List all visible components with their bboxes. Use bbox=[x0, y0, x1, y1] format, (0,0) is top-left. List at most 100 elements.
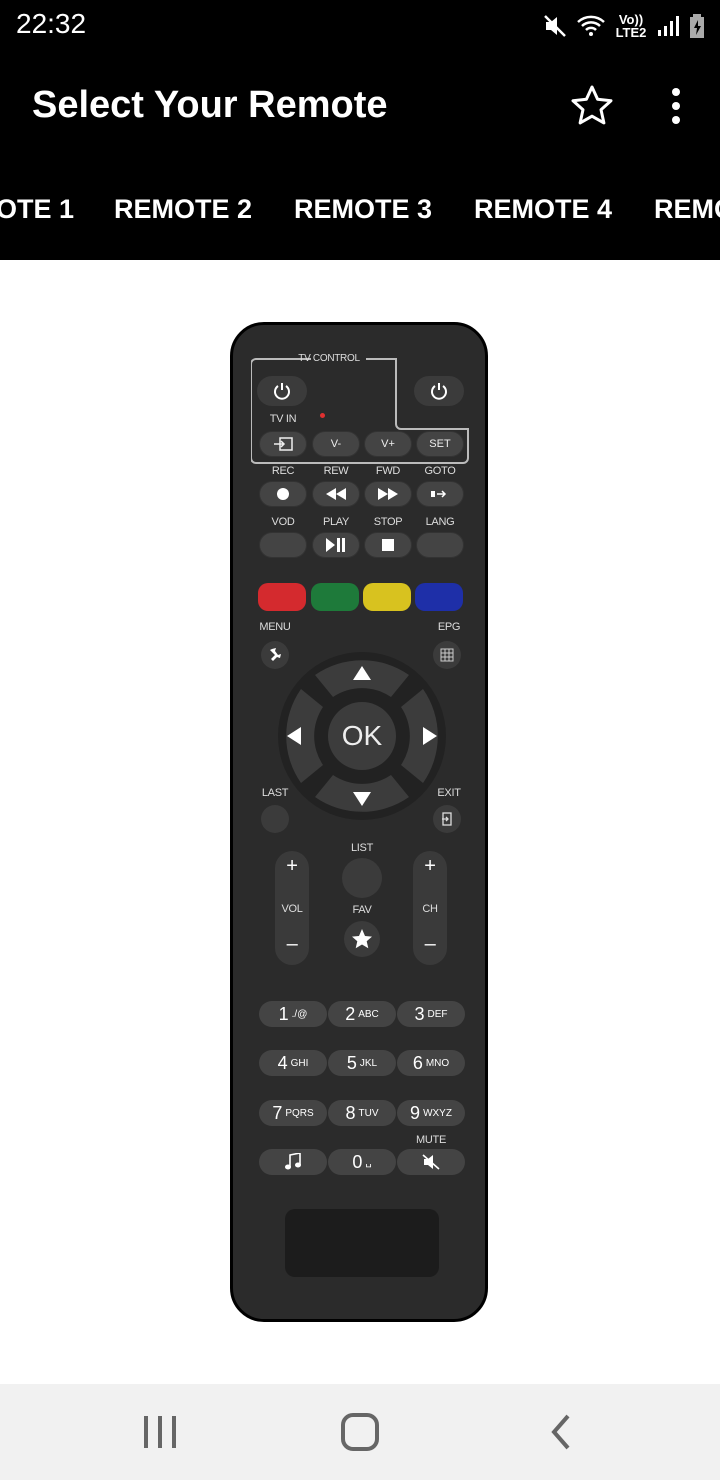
system-nav-bar bbox=[0, 1384, 720, 1480]
epg-label: EPG bbox=[437, 621, 461, 633]
mute-icon bbox=[422, 1154, 440, 1170]
key-5[interactable]: 5 JKL bbox=[328, 1050, 396, 1076]
ok-button[interactable]: OK bbox=[328, 702, 396, 770]
key-1-digit: 1 bbox=[278, 1003, 289, 1024]
key-4[interactable]: 4 GHI bbox=[259, 1050, 327, 1076]
key-9-letters: WXYZ bbox=[423, 1107, 452, 1119]
last-label: LAST bbox=[261, 787, 289, 799]
volume-up-button[interactable]: + bbox=[275, 855, 309, 878]
record-icon bbox=[277, 488, 289, 500]
key-0[interactable]: 0 ␣ bbox=[328, 1149, 396, 1175]
goto-label: GOTO bbox=[424, 465, 456, 477]
stop-button[interactable] bbox=[364, 532, 412, 558]
tv-volume-down-button[interactable]: V- bbox=[312, 431, 360, 457]
menu-label: MENU bbox=[259, 621, 291, 633]
key-6-digit: 6 bbox=[412, 1052, 423, 1073]
tv-in-label: TV IN bbox=[269, 413, 297, 425]
key-7[interactable]: 7 PQRS bbox=[259, 1100, 327, 1126]
channel-up-button[interactable]: + bbox=[413, 855, 447, 878]
rec-label: REC bbox=[271, 465, 295, 477]
list-label: LIST bbox=[350, 842, 374, 854]
tv-power-button[interactable] bbox=[257, 376, 307, 406]
status-icons: Vo)) LTE2 bbox=[542, 10, 706, 42]
key-0-digit: 0 bbox=[352, 1151, 363, 1172]
key-3-digit: 3 bbox=[414, 1003, 425, 1024]
blue-key-button[interactable] bbox=[415, 583, 463, 611]
stop-label: STOP bbox=[373, 516, 403, 528]
tab-remote-4[interactable]: REMOTE 4 bbox=[474, 194, 612, 225]
rewind-button[interactable] bbox=[312, 481, 360, 507]
lang-button[interactable] bbox=[416, 532, 464, 558]
wifi-icon bbox=[577, 15, 605, 36]
key-8-digit: 8 bbox=[345, 1102, 356, 1123]
remote-tabs: OTE 1 REMOTE 2 REMOTE 3 REMOTE 4 REMO bbox=[0, 160, 720, 260]
key-5-digit: 5 bbox=[346, 1052, 357, 1073]
rew-label: REW bbox=[323, 465, 349, 477]
goto-button[interactable] bbox=[416, 481, 464, 507]
tab-remote-5[interactable]: REMO bbox=[654, 194, 720, 225]
volume-down-button[interactable]: – bbox=[275, 933, 309, 956]
ch-label: CH bbox=[422, 903, 438, 915]
key-0-letters: ␣ bbox=[365, 1156, 372, 1168]
home-icon[interactable] bbox=[340, 1412, 380, 1452]
channel-down-button[interactable]: – bbox=[413, 933, 447, 956]
fav-button[interactable] bbox=[344, 921, 380, 957]
more-vert-icon bbox=[672, 88, 680, 124]
exit-button[interactable] bbox=[433, 805, 461, 833]
recent-apps-icon[interactable] bbox=[140, 1414, 180, 1450]
tv-input-button[interactable] bbox=[259, 431, 307, 457]
key-7-digit: 7 bbox=[272, 1102, 283, 1123]
music-button[interactable] bbox=[259, 1149, 327, 1175]
back-icon[interactable] bbox=[546, 1412, 578, 1452]
page-title: Select Your Remote bbox=[32, 84, 388, 126]
key-6[interactable]: 6 MNO bbox=[397, 1050, 465, 1076]
fav-label: FAV bbox=[352, 904, 372, 916]
power-icon bbox=[431, 383, 447, 400]
vol-label: VOL bbox=[281, 903, 303, 915]
input-source-icon bbox=[274, 437, 293, 451]
red-key-button[interactable] bbox=[258, 583, 306, 611]
key-3-letters: DEF bbox=[427, 1008, 448, 1020]
exit-label: EXIT bbox=[437, 787, 461, 799]
signal-icon bbox=[658, 16, 679, 36]
rewind-icon bbox=[326, 488, 346, 500]
key-4-letters: GHI bbox=[290, 1057, 309, 1069]
app-bar: Select Your Remote bbox=[0, 52, 720, 160]
key-2-letters: ABC bbox=[358, 1008, 379, 1020]
tab-remote-1[interactable]: OTE 1 bbox=[0, 194, 74, 225]
remote-control-image: TV CONTROL TV IN V- V+ SET REC REW FWD G… bbox=[230, 322, 488, 1322]
vod-button[interactable] bbox=[259, 532, 307, 558]
key-3[interactable]: 3 DEF bbox=[397, 1001, 465, 1027]
tab-remote-2[interactable]: REMOTE 2 bbox=[114, 194, 252, 225]
key-5-letters: JKL bbox=[359, 1057, 378, 1069]
more-options-button[interactable] bbox=[656, 82, 696, 130]
vod-label: VOD bbox=[271, 516, 295, 528]
tv-control-label: TV CONTROL bbox=[298, 353, 360, 364]
mute-button[interactable] bbox=[397, 1149, 465, 1175]
stb-power-button[interactable] bbox=[414, 376, 464, 406]
fast-forward-button[interactable] bbox=[364, 481, 412, 507]
play-pause-button[interactable] bbox=[312, 532, 360, 558]
key-1[interactable]: 1 ./@ bbox=[259, 1001, 327, 1027]
stop-icon bbox=[382, 539, 394, 551]
power-icon bbox=[274, 383, 290, 400]
volte-indicator: Vo)) LTE2 bbox=[615, 12, 647, 40]
key-4-digit: 4 bbox=[277, 1052, 288, 1073]
key-8[interactable]: 8 TUV bbox=[328, 1100, 396, 1126]
tab-remote-3[interactable]: REMOTE 3 bbox=[294, 194, 432, 225]
set-button[interactable]: SET bbox=[416, 431, 464, 457]
record-button[interactable] bbox=[259, 481, 307, 507]
key-2[interactable]: 2 ABC bbox=[328, 1001, 396, 1027]
key-9[interactable]: 9 WXYZ bbox=[397, 1100, 465, 1126]
ir-window bbox=[285, 1209, 439, 1277]
mute-label: MUTE bbox=[416, 1134, 446, 1146]
green-key-button[interactable] bbox=[311, 583, 359, 611]
music-note-icon bbox=[285, 1153, 301, 1170]
list-button[interactable] bbox=[342, 858, 382, 898]
tv-volume-up-button[interactable]: V+ bbox=[364, 431, 412, 457]
yellow-key-button[interactable] bbox=[363, 583, 411, 611]
key-1-letters: ./@ bbox=[291, 1008, 308, 1020]
favorite-button[interactable] bbox=[568, 82, 616, 130]
key-6-letters: MNO bbox=[425, 1057, 450, 1069]
last-button[interactable] bbox=[261, 805, 289, 833]
